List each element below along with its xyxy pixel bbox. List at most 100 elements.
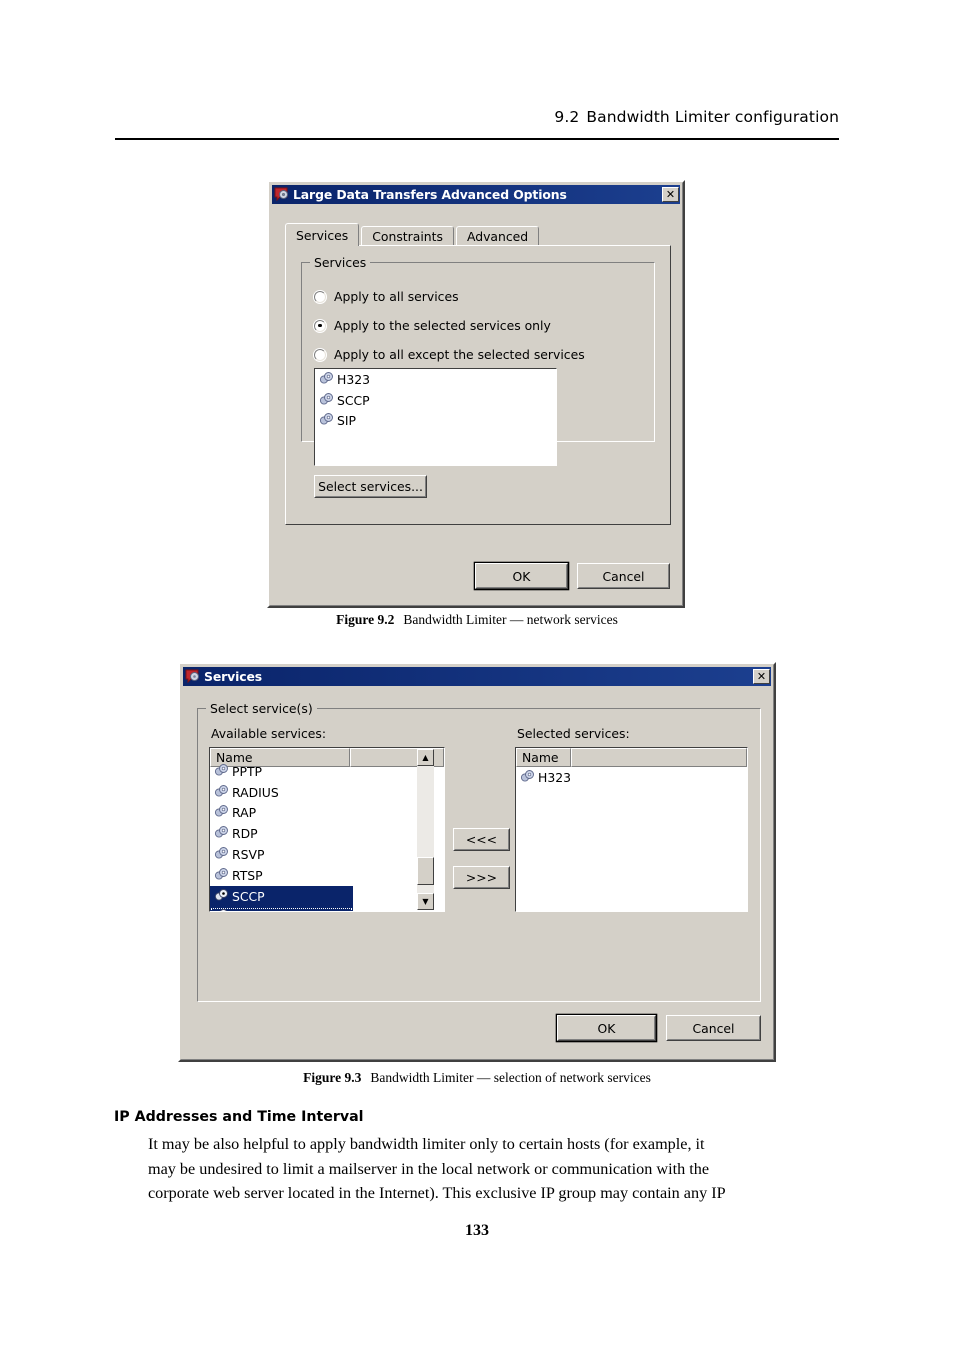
move-left-button[interactable]: <<< xyxy=(453,828,510,851)
selected-services-label: Selected services: xyxy=(517,726,630,741)
services-groupbox-label: Services xyxy=(310,255,371,270)
tab-label: Advanced xyxy=(466,229,529,244)
selected-services-list[interactable]: H323 SCCP SIP xyxy=(314,368,557,466)
paragraph-line: corporate web server located in the Inte… xyxy=(148,1184,726,1202)
header-rule xyxy=(115,138,839,140)
available-services-pane[interactable]: Name PPTP RADIUS RAP RDP RSVP RTSP SCCP xyxy=(209,747,445,912)
tab-advanced[interactable]: Advanced xyxy=(455,226,540,246)
list-item-label: RSVP xyxy=(232,847,265,863)
service-icon xyxy=(520,769,535,786)
dialog-titlebar[interactable]: Services ✕ xyxy=(183,667,771,686)
arrow-glyph: ▼ xyxy=(422,897,429,906)
radio-label: Apply to all except the selected service… xyxy=(334,347,585,362)
list-item[interactable]: SIP xyxy=(210,906,353,911)
select-services-groupbox-label: Select service(s) xyxy=(206,701,317,716)
list-item-label: SIP xyxy=(337,413,356,429)
tabstrip: Services Constraints Advanced xyxy=(285,223,541,246)
list-item[interactable]: RAP xyxy=(210,803,444,824)
close-icon[interactable]: ✕ xyxy=(662,187,679,202)
available-services-rows[interactable]: PPTP RADIUS RAP RDP RSVP RTSP SCCP xyxy=(210,761,444,911)
list-item[interactable]: H323 xyxy=(516,767,747,788)
paragraph-line: may be undesired to limit a mailserver i… xyxy=(148,1159,710,1178)
list-item[interactable]: SIP xyxy=(315,411,556,432)
service-icon xyxy=(214,888,229,905)
list-item[interactable]: H323 xyxy=(315,369,556,390)
section-subheading: IP Addresses and Time Interval xyxy=(114,1109,364,1125)
figure-9-2-caption: Figure 9.2 Bandwidth Limiter — network se… xyxy=(0,612,954,628)
cancel-button[interactable]: Cancel xyxy=(577,563,670,589)
service-icon xyxy=(214,763,229,780)
button-label: >>> xyxy=(465,870,498,885)
column-header-label: Name xyxy=(522,750,559,765)
list-item[interactable]: SCCP xyxy=(315,390,556,411)
tab-label: Constraints xyxy=(372,229,443,244)
selected-column-header: Name xyxy=(516,748,747,767)
radio-icon xyxy=(314,348,326,361)
dialog-title: Services xyxy=(204,669,263,684)
dialog-title: Large Data Transfers Advanced Options xyxy=(293,187,567,202)
selected-services-pane[interactable]: Name H323 xyxy=(515,747,748,912)
radio-apply-all-services[interactable]: Apply to all services xyxy=(314,289,459,304)
list-item-label: RTSP xyxy=(232,867,263,883)
list-item[interactable]: RDP xyxy=(210,823,444,844)
list-item-label: RADIUS xyxy=(232,784,279,800)
service-icon xyxy=(214,846,229,863)
ok-button[interactable]: OK xyxy=(475,563,568,589)
button-label: Cancel xyxy=(602,568,645,584)
button-label: OK xyxy=(512,568,531,584)
list-item-label: SIP xyxy=(232,909,251,911)
button-label: OK xyxy=(597,1020,616,1036)
list-item[interactable]: RADIUS xyxy=(210,782,444,803)
page-number: 133 xyxy=(465,1222,489,1239)
page-header: 9.2 Bandwidth Limiter configuration xyxy=(115,108,839,126)
list-item[interactable]: RTSP xyxy=(210,865,444,886)
button-label: Cancel xyxy=(692,1020,735,1036)
service-icon xyxy=(214,908,229,911)
figure-9-3-caption: Figure 9.3 Bandwidth Limiter — selection … xyxy=(0,1070,954,1086)
service-icon xyxy=(214,784,229,801)
list-item-label: RDP xyxy=(232,826,258,842)
button-label: <<< xyxy=(465,832,498,847)
radio-label: Apply to all services xyxy=(334,289,459,304)
service-icon xyxy=(319,412,334,429)
scroll-down-arrow-icon[interactable]: ▼ xyxy=(417,893,434,910)
scroll-up-arrow-icon[interactable]: ▲ xyxy=(417,749,434,766)
figure-label: Figure 9.2 xyxy=(336,612,395,627)
arrow-glyph: ▲ xyxy=(422,753,429,762)
available-list-scrollbar[interactable]: ▲ ▼ xyxy=(417,749,434,910)
figure-caption-text: Bandwidth Limiter — network services xyxy=(403,612,618,627)
ok-button[interactable]: OK xyxy=(557,1015,656,1041)
list-item-label: SCCP xyxy=(232,888,265,904)
dialog-titlebar[interactable]: Large Data Transfers Advanced Options ✕ xyxy=(272,185,680,204)
service-icon xyxy=(214,825,229,842)
column-header-blank[interactable] xyxy=(571,748,747,767)
radio-label: Apply to the selected services only xyxy=(334,318,551,333)
radio-apply-all-except-selected[interactable]: Apply to all except the selected service… xyxy=(314,347,585,362)
service-icon xyxy=(214,804,229,821)
list-item[interactable]: PPTP xyxy=(210,761,444,782)
close-icon[interactable]: ✕ xyxy=(753,669,770,684)
scrollbar-thumb[interactable] xyxy=(417,857,434,885)
select-services-button[interactable]: Select services... xyxy=(314,475,427,498)
column-header-name[interactable]: Name xyxy=(516,748,571,767)
list-item-label: H323 xyxy=(337,371,370,387)
body-paragraph: It may be also helpful to apply bandwidt… xyxy=(148,1132,840,1206)
radio-apply-selected-only[interactable]: Apply to the selected services only xyxy=(314,318,551,333)
large-data-transfers-advanced-options-dialog[interactable]: Large Data Transfers Advanced Options ✕ … xyxy=(267,180,685,608)
services-selection-dialog[interactable]: Services ✕ Select service(s) Available s… xyxy=(178,662,776,1062)
move-right-button[interactable]: >>> xyxy=(453,866,510,889)
list-item-label: RAP xyxy=(232,805,257,821)
list-item-label: SCCP xyxy=(337,392,370,408)
tab-services[interactable]: Services xyxy=(285,223,360,246)
list-item[interactable]: RSVP xyxy=(210,844,444,865)
list-item[interactable]: SCCP xyxy=(210,885,353,907)
radio-icon xyxy=(314,319,326,332)
tab-constraints[interactable]: Constraints xyxy=(361,226,454,246)
list-item-label: H323 xyxy=(538,769,571,785)
figure-caption-text: Bandwidth Limiter — selection of network… xyxy=(370,1070,651,1085)
service-icon xyxy=(319,392,334,409)
header-section-number: 9.2 xyxy=(554,108,580,126)
figure-label: Figure 9.3 xyxy=(303,1070,362,1085)
cancel-button[interactable]: Cancel xyxy=(666,1015,761,1041)
service-icon xyxy=(319,371,334,388)
